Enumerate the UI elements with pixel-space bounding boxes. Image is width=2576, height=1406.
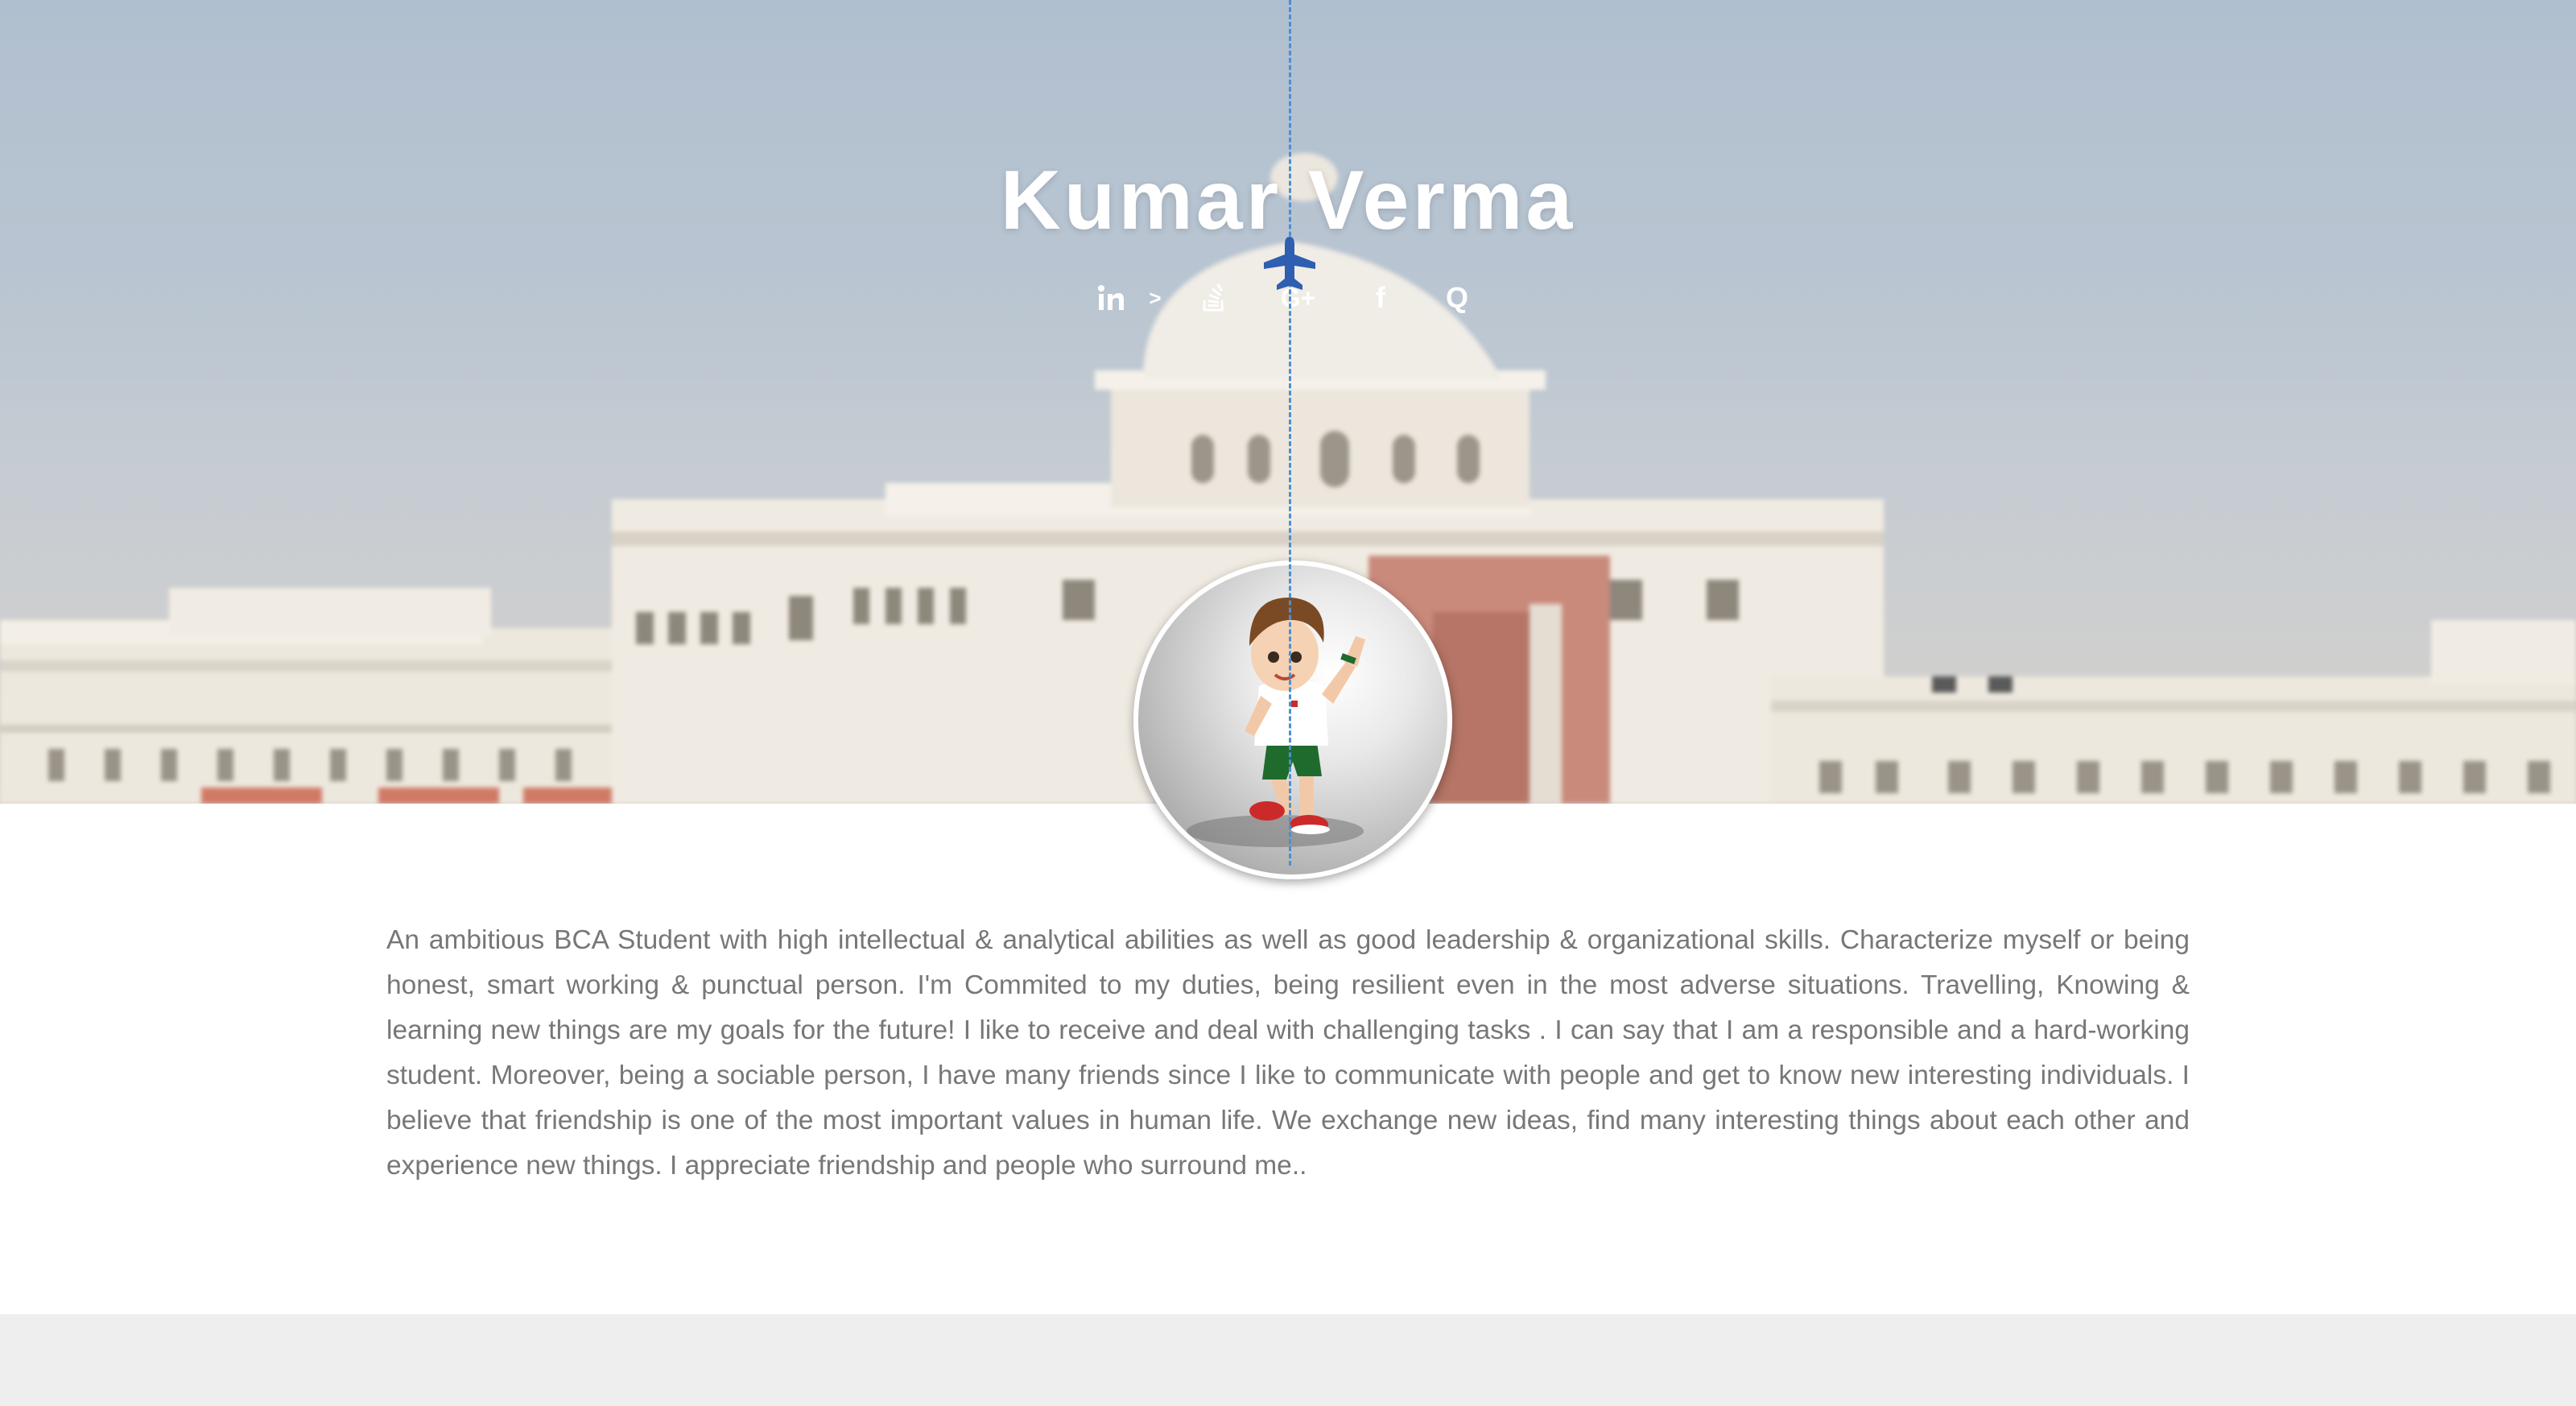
chevron-right-icon[interactable]: > <box>1135 280 1175 316</box>
linkedin-glyph <box>1098 285 1124 310</box>
stackoverflow-icon[interactable] <box>1175 280 1252 316</box>
footer-band <box>0 1314 2576 1406</box>
facebook-icon[interactable]: f <box>1344 280 1417 316</box>
about-text: An ambitious BCA Student with high intel… <box>386 925 2190 1181</box>
dashed-guide-line <box>1289 0 1291 866</box>
airplane-icon <box>1264 237 1315 290</box>
avatar <box>1133 560 1452 879</box>
cartoon-boy-avatar <box>1187 597 1365 847</box>
quora-icon[interactable]: Q <box>1417 280 1497 316</box>
stackoverflow-glyph <box>1203 284 1223 312</box>
linkedin-icon[interactable] <box>1087 280 1135 316</box>
